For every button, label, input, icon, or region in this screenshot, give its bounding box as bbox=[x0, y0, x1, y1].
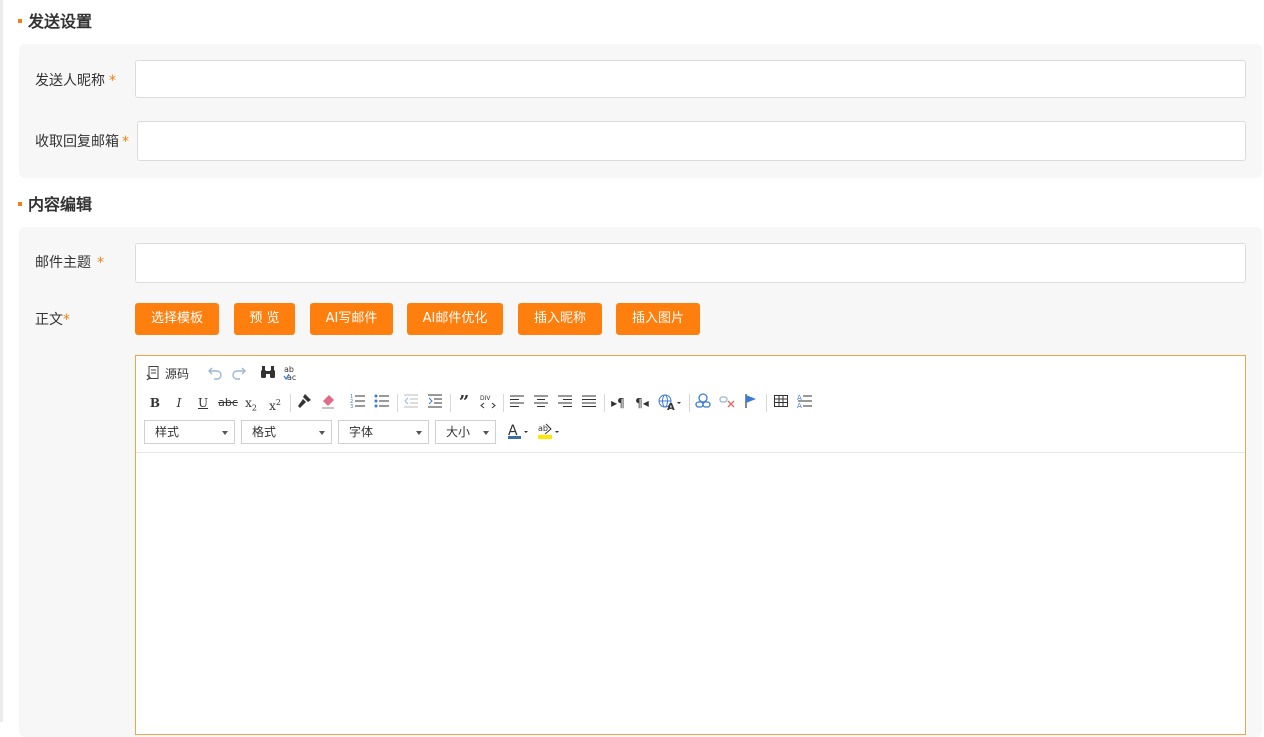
underline-icon[interactable]: U bbox=[194, 393, 212, 413]
align-justify-icon[interactable] bbox=[580, 393, 598, 413]
chevron-down-icon bbox=[416, 431, 422, 435]
section-title-content-edit: 内容编辑 bbox=[18, 194, 92, 216]
body-label: 正文* bbox=[35, 310, 70, 330]
insert-nickname-button[interactable]: 插入昵称 bbox=[518, 303, 602, 335]
source-button[interactable]: 源码 bbox=[146, 364, 196, 384]
style-select-value: 样式 bbox=[155, 425, 180, 439]
unlink-icon[interactable] bbox=[718, 393, 736, 413]
source-code-icon bbox=[146, 366, 159, 381]
format-select-value: 格式 bbox=[252, 425, 277, 439]
format-painter-icon[interactable] bbox=[295, 393, 313, 413]
section-title-text: 发送设置 bbox=[28, 12, 93, 31]
svg-text:A: A bbox=[667, 402, 675, 411]
language-icon[interactable]: A bbox=[657, 393, 683, 413]
label-text: 正文 bbox=[35, 312, 63, 328]
section-marker-icon bbox=[18, 18, 22, 23]
required-mark: * bbox=[109, 73, 116, 89]
label-text: 发送人昵称 bbox=[35, 73, 105, 89]
toolbar-separator bbox=[503, 394, 504, 412]
link-icon[interactable] bbox=[694, 393, 712, 413]
align-center-icon[interactable] bbox=[532, 393, 550, 413]
choose-template-button[interactable]: 选择模板 bbox=[135, 303, 219, 335]
anchor-icon[interactable] bbox=[742, 393, 760, 413]
required-mark: * bbox=[122, 134, 129, 150]
svg-text:3: 3 bbox=[350, 404, 353, 409]
toolbar-separator bbox=[689, 394, 690, 412]
align-left-icon[interactable] bbox=[508, 393, 526, 413]
font-select[interactable]: 字体 bbox=[338, 420, 429, 444]
clear-format-icon[interactable] bbox=[319, 393, 337, 413]
reply-email-input[interactable] bbox=[137, 121, 1246, 161]
toolbar-separator bbox=[397, 394, 398, 412]
section-title-send-settings: 发送设置 bbox=[18, 11, 92, 33]
toolbar-separator bbox=[290, 394, 291, 412]
bold-icon[interactable]: B bbox=[146, 393, 164, 413]
background-color-icon[interactable]: ab bbox=[536, 422, 562, 442]
indent-icon[interactable] bbox=[426, 393, 444, 413]
subscript-icon[interactable]: x2 bbox=[242, 393, 260, 413]
find-icon[interactable] bbox=[259, 364, 277, 384]
subject-label: 邮件主题 * bbox=[35, 253, 104, 273]
subject-input[interactable] bbox=[135, 243, 1246, 283]
font-select-value: 字体 bbox=[349, 425, 374, 439]
toolbar-separator bbox=[450, 394, 451, 412]
required-mark: * bbox=[97, 255, 104, 271]
toolbar-separator bbox=[766, 394, 767, 412]
source-button-label: 源码 bbox=[165, 367, 190, 381]
size-select[interactable]: 大小 bbox=[435, 420, 496, 444]
chevron-down-icon bbox=[319, 431, 325, 435]
preview-button[interactable]: 预 览 bbox=[234, 303, 295, 335]
align-right-icon[interactable] bbox=[556, 393, 574, 413]
toolbar-separator bbox=[604, 394, 605, 412]
editor-toolbar: 源码 ab ac B I U abc x2 x2 123 ” DIV ▸¶ ¶◂… bbox=[136, 356, 1245, 453]
left-border bbox=[0, 0, 3, 722]
label-text: 邮件主题 bbox=[35, 255, 91, 271]
paragraph-format-icon[interactable]: AA bbox=[796, 393, 814, 413]
table-icon[interactable] bbox=[772, 393, 790, 413]
insert-image-button[interactable]: 插入图片 bbox=[616, 303, 700, 335]
superscript-icon[interactable]: x2 bbox=[266, 393, 284, 413]
chevron-down-icon bbox=[483, 431, 489, 435]
blockquote-icon[interactable]: ” bbox=[455, 393, 473, 413]
svg-text:ab: ab bbox=[538, 424, 548, 433]
reply-email-label: 收取回复邮箱 * bbox=[35, 132, 129, 152]
section-marker-icon bbox=[18, 201, 22, 206]
create-div-icon[interactable]: DIV bbox=[479, 393, 497, 413]
editor-content-area[interactable] bbox=[136, 453, 1245, 734]
rich-text-editor: 源码 ab ac B I U abc x2 x2 123 ” DIV ▸¶ ¶◂… bbox=[135, 355, 1246, 735]
spellcheck-icon[interactable]: ab ac bbox=[283, 364, 301, 384]
required-mark: * bbox=[63, 312, 70, 328]
ordered-list-icon[interactable]: 123 bbox=[349, 393, 367, 413]
outdent-icon[interactable] bbox=[402, 393, 420, 413]
unordered-list-icon[interactable] bbox=[373, 393, 391, 413]
undo-icon[interactable] bbox=[206, 364, 224, 384]
text-color-icon[interactable]: A bbox=[506, 422, 532, 442]
italic-icon[interactable]: I bbox=[170, 393, 188, 413]
chevron-down-icon bbox=[222, 431, 228, 435]
strikethrough-icon[interactable]: abc bbox=[218, 393, 238, 413]
style-select[interactable]: 样式 bbox=[144, 420, 235, 444]
text-direction-ltr-icon[interactable]: ▸¶ bbox=[609, 393, 627, 413]
svg-text:DIV: DIV bbox=[480, 395, 491, 402]
ai-optimize-button[interactable]: AI邮件优化 bbox=[407, 303, 503, 335]
sender-nickname-input[interactable] bbox=[135, 60, 1246, 98]
section-title-text: 内容编辑 bbox=[28, 195, 93, 214]
size-select-value: 大小 bbox=[446, 425, 471, 439]
redo-icon[interactable] bbox=[230, 364, 248, 384]
format-select[interactable]: 格式 bbox=[241, 420, 332, 444]
label-text: 收取回复邮箱 bbox=[35, 134, 119, 150]
sender-nickname-label: 发送人昵称 * bbox=[35, 71, 116, 91]
text-direction-rtl-icon[interactable]: ¶◂ bbox=[633, 393, 651, 413]
ai-write-button[interactable]: AI写邮件 bbox=[310, 303, 393, 335]
svg-text:A: A bbox=[797, 402, 802, 409]
